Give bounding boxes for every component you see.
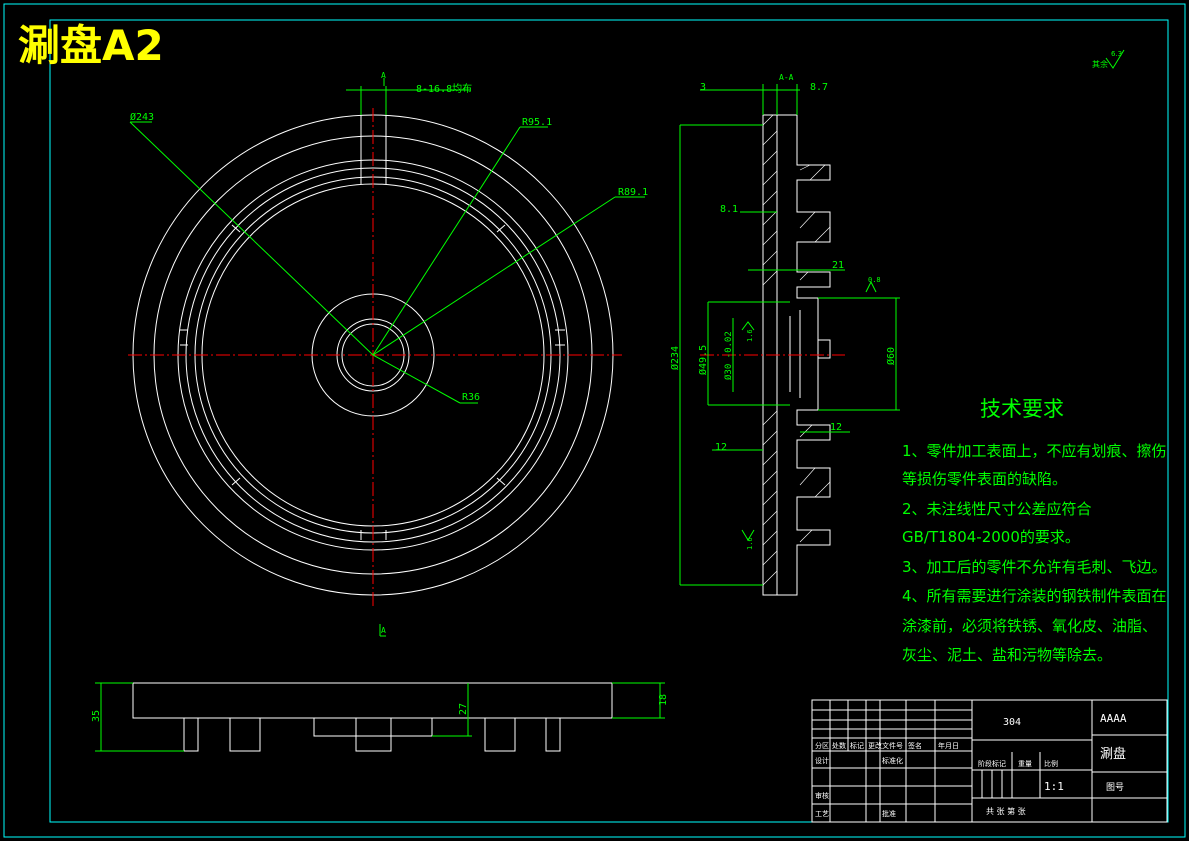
dim-27: 27: [458, 703, 469, 715]
section-dim-text: A-A 3 8.7 8.1 21 12 12 Ø234 Ø49.5 Ø30 -0…: [669, 73, 897, 550]
dim-d49-5: Ø49.5: [697, 345, 709, 375]
label-ratio: 比例: [1044, 759, 1058, 768]
label-count: 处数: [832, 741, 846, 750]
tech-line: 灰尘、泥土、盐和污物等除去。: [902, 646, 1112, 664]
dim-8-1: 8.1: [720, 204, 738, 215]
tech-line: 4、所有需要进行涂装的钢铁制件表面在: [902, 587, 1167, 605]
section-mark-bottom: A: [381, 626, 386, 635]
tech-line: 3、加工后的零件不允许有毛刺、飞边。: [902, 558, 1167, 576]
dim-holes: 8-16.8均布: [416, 83, 472, 95]
material: 304: [1003, 717, 1021, 728]
dim-18: 18: [658, 694, 669, 706]
tech-requirements: 技术要求 1、零件加工表面上，不应有划痕、擦伤 等损伤零件表面的缺陷。 2、未注…: [902, 397, 1167, 664]
inner-frame: [49, 19, 1169, 823]
part-name: 涮盘: [1100, 746, 1126, 762]
dim-d30: Ø30 -0.02: [723, 331, 734, 380]
label-date: 年月日: [938, 741, 959, 750]
label-design: 设计: [815, 756, 829, 765]
label-change-doc: 更改文件号: [868, 741, 903, 750]
roughness-label: 其余: [1092, 59, 1108, 69]
roughness-1-6-b: 1.6: [746, 537, 754, 550]
bottom-dim-lines: [95, 682, 665, 752]
drawing-number: 图号: [1106, 782, 1124, 793]
roughness-value: 6.3: [1111, 50, 1122, 58]
roughness-1-6-a: 1.6: [746, 329, 754, 342]
tech-line: 1、零件加工表面上，不应有划痕、擦伤: [902, 442, 1167, 460]
drawing-title: 涮盘A2: [18, 21, 164, 70]
section-label: A-A: [779, 73, 794, 82]
label-weight: 重量: [1018, 760, 1032, 768]
dim-12a: 12: [715, 442, 727, 453]
dim-d243: Ø243: [130, 111, 154, 123]
scale: 1:1: [1044, 780, 1064, 793]
dim-21: 21: [832, 260, 844, 271]
bottom-view: [132, 682, 613, 752]
label-sign: 签名: [908, 741, 922, 750]
tech-line: 涂漆前，必须将铁锈、氧化皮、油脂、: [902, 617, 1157, 635]
dim-d234: Ø234: [669, 346, 681, 370]
label-sheets: 共 张 第 张: [986, 806, 1026, 816]
company-name: AAAA: [1100, 712, 1127, 725]
tech-line: 等损伤零件表面的缺陷。: [902, 470, 1067, 488]
label-approve: 批准: [882, 809, 896, 818]
label-zone: 分区: [815, 741, 829, 750]
tech-line: GB/T1804-2000的要求。: [902, 528, 1080, 546]
label-standard: 标准化: [882, 756, 903, 765]
dim-r36: R36: [462, 392, 480, 403]
label-review: 审核: [815, 791, 829, 800]
roughness-symbol: 6.3 其余: [1092, 49, 1125, 69]
title-block-text: 304 AAAA 涮盘 图号 1:1 分区 处数 标记 更改文件号 签名 年月日…: [815, 712, 1127, 818]
roughness-0-8: 0.8: [868, 276, 881, 284]
dim-d60: Ø60: [885, 347, 897, 365]
dim-8-7: 8.7: [810, 82, 828, 93]
dim-35: 35: [91, 710, 102, 722]
front-dim-text: Ø243 R95.1 R89.1 R36 8-16.8均布 A A: [130, 71, 648, 635]
label-process: 工艺: [815, 810, 829, 818]
label-mark: 标记: [850, 741, 864, 750]
section-mark-top: A: [381, 71, 386, 80]
cad-drawing: 涮盘A2 6.3 其余 Ø243 R95.1 R89.1 R36 8-16.8均…: [3, 3, 1186, 838]
label-stage: 阶段标记: [978, 759, 1006, 768]
dim-r95: R95.1: [522, 117, 552, 128]
dim-12b: 12: [830, 422, 842, 433]
dim-r89: R89.1: [618, 187, 648, 198]
dim-3: 3: [700, 82, 706, 93]
tech-heading: 技术要求: [980, 397, 1064, 421]
tech-line: 2、未注线性尺寸公差应符合: [902, 500, 1092, 518]
